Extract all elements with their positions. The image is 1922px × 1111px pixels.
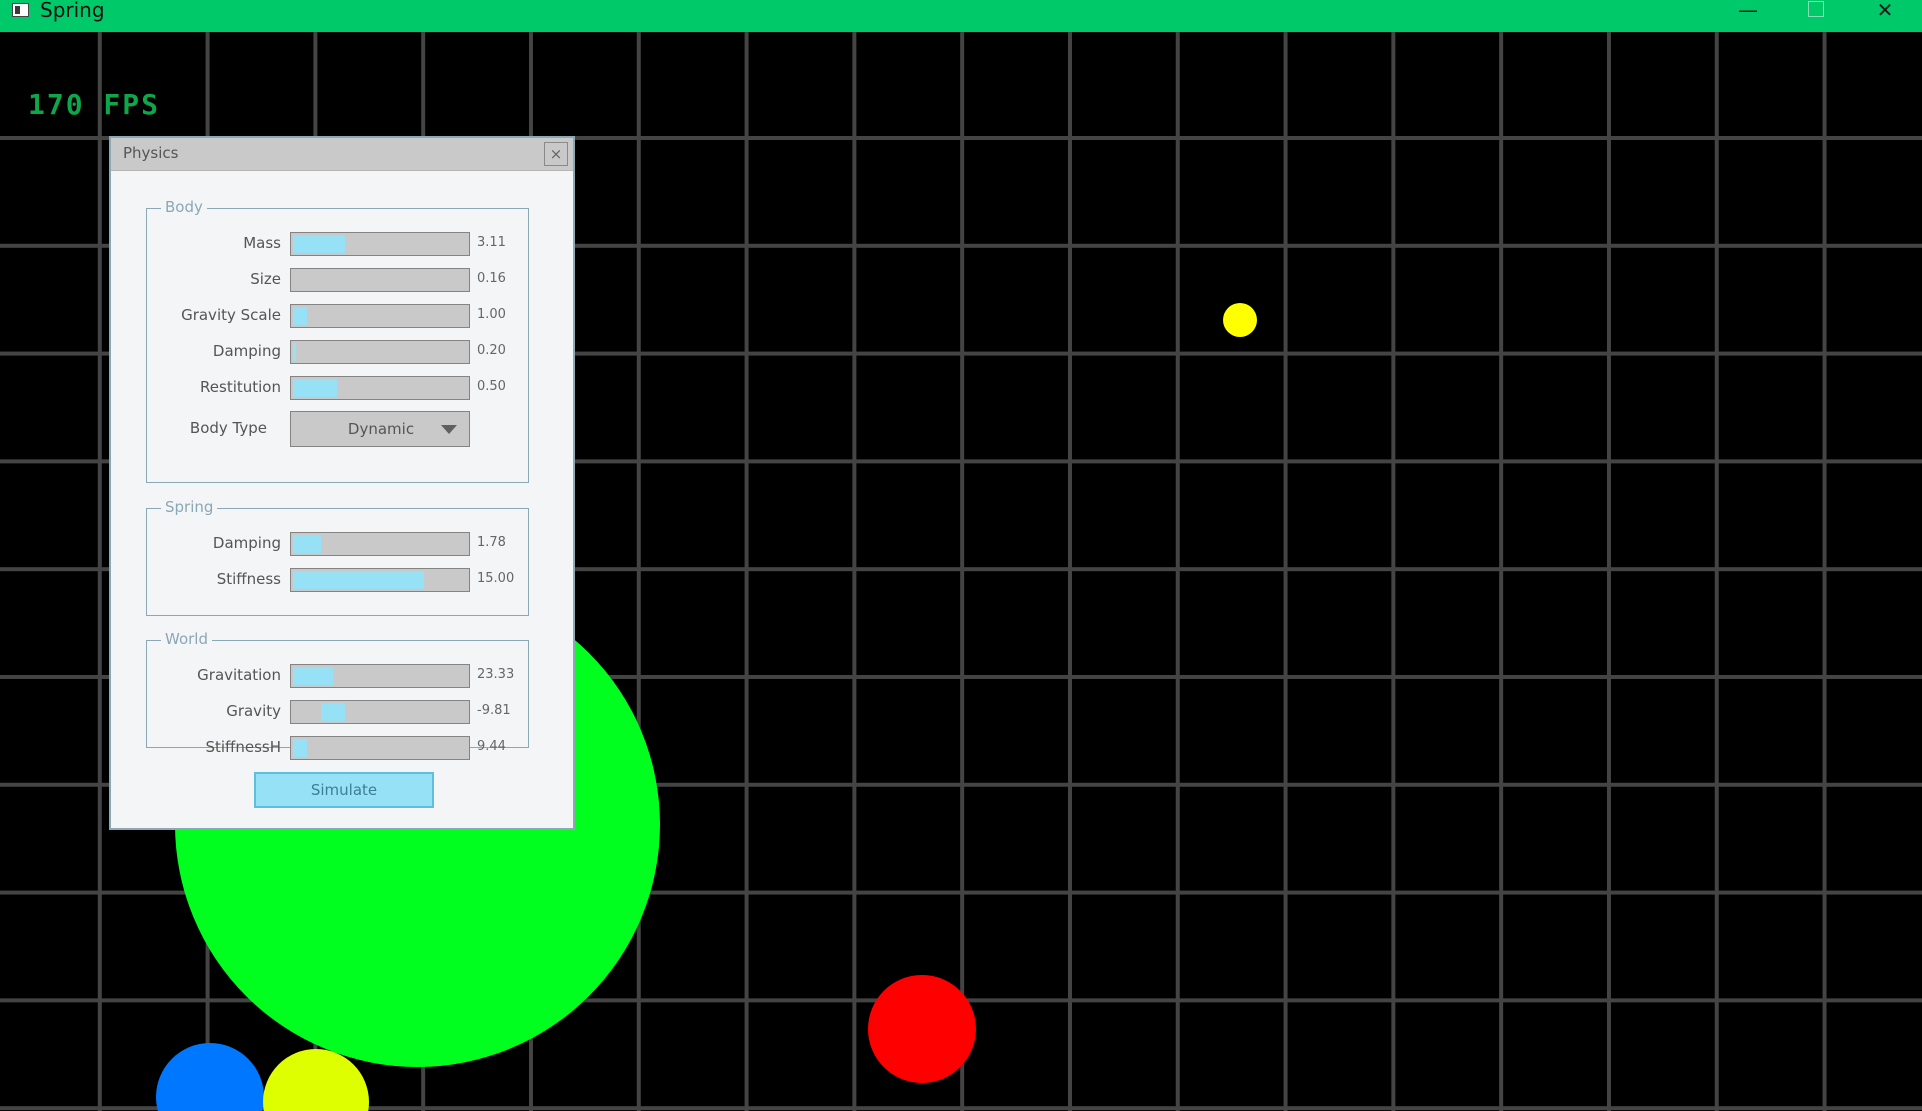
body-blue[interactable] [156,1043,264,1111]
gravity-slider[interactable] [290,700,470,724]
restitution-slider-fill [293,379,337,397]
title-bar: Spring — ✕ [0,0,1922,32]
restitution-row: Restitution 0.50 [111,376,573,400]
body-damping-label: Damping [212,342,281,360]
stiffnessh-value: 9.44 [477,739,506,754]
physics-panel-title: Physics [123,144,179,162]
gravity-label: Gravity [226,702,281,720]
body-damping-value: 0.20 [477,343,506,358]
body-type-dropdown[interactable]: Dynamic [290,411,470,447]
mass-row: Mass 3.11 [111,232,573,256]
mass-value: 3.11 [477,235,506,250]
maximize-button[interactable] [1793,0,1839,28]
simulation-viewport[interactable]: 170 FPS Physics × Body Mass 3.11 Size 0.… [0,32,1922,1111]
mass-slider[interactable] [290,232,470,256]
restitution-label: Restitution [200,378,281,396]
spring-damping-slider[interactable] [290,532,470,556]
world-group-label: World [161,630,212,648]
mass-slider-fill [293,235,346,253]
gravity-slider-fill [320,703,346,721]
panel-close-button[interactable]: × [544,142,568,166]
close-icon: × [549,145,563,163]
size-slider[interactable] [290,268,470,292]
stiffness-row: Stiffness 15.00 [111,568,573,592]
stiffness-slider-fill [293,571,424,589]
body-group-label: Body [161,198,207,216]
body-yellow-small[interactable] [1223,303,1257,337]
spring-damping-value: 1.78 [477,535,506,550]
spring-damping-label: Damping [212,534,281,552]
stiffness-value: 15.00 [477,571,515,586]
stiffness-label: Stiffness [216,570,281,588]
size-value: 0.16 [477,271,506,286]
stiffnessh-row: StiffnessH 9.44 [111,736,573,760]
mass-label: Mass [243,234,281,252]
restitution-slider[interactable] [290,376,470,400]
body-damping-slider[interactable] [290,340,470,364]
restitution-value: 0.50 [477,379,506,394]
window-title: Spring [40,0,105,22]
close-window-button[interactable]: ✕ [1862,0,1908,28]
stiffnessh-slider[interactable] [290,736,470,760]
close-icon: ✕ [1876,0,1894,22]
physics-panel: Physics × Body Mass 3.11 Size 0.16 Gravi… [109,136,575,830]
gravity-scale-slider-fill [293,307,307,325]
fps-counter: 170 FPS [28,88,161,121]
minimize-button[interactable]: — [1725,0,1771,28]
body-type-label: Body Type [189,419,267,437]
body-damping-slider-fill [293,343,297,361]
size-label: Size [250,270,281,288]
spring-damping-row: Damping 1.78 [111,532,573,556]
stiffnessh-slider-fill [293,739,307,757]
body-red[interactable] [868,975,976,1083]
gravitation-slider-fill [293,667,334,685]
size-row: Size 0.16 [111,268,573,292]
world-group: World [146,630,529,748]
simulate-button[interactable]: Simulate [254,772,434,808]
gravitation-label: Gravitation [197,666,281,684]
gravitation-value: 23.33 [477,667,515,682]
gravity-scale-label: Gravity Scale [181,306,281,324]
minimize-icon: — [1738,0,1758,22]
physics-panel-header[interactable]: Physics × [111,138,573,171]
gravity-scale-slider[interactable] [290,304,470,328]
gravity-scale-value: 1.00 [477,307,506,322]
gravity-scale-row: Gravity Scale 1.00 [111,304,573,328]
gravitation-slider[interactable] [290,664,470,688]
spring-group: Spring [146,498,529,616]
body-type-row: Body Type Dynamic [111,411,573,447]
app-window-icon [12,3,29,17]
body-damping-row: Damping 0.20 [111,340,573,364]
spring-group-label: Spring [161,498,218,516]
gravitation-row: Gravitation 23.33 [111,664,573,688]
gravity-row: Gravity -9.81 [111,700,573,724]
spring-damping-slider-fill [293,535,321,553]
maximize-icon [1808,1,1824,17]
stiffnessh-label: StiffnessH [205,738,281,756]
chevron-down-icon [441,425,457,434]
stiffness-slider[interactable] [290,568,470,592]
gravity-value: -9.81 [477,703,511,718]
